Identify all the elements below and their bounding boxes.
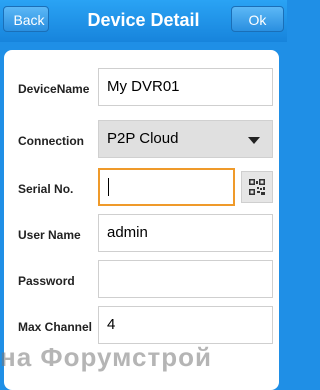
password-label: Password <box>18 274 75 288</box>
qr-code-icon <box>249 179 265 195</box>
password-field[interactable] <box>98 260 273 298</box>
watermark: на Форумстрой <box>0 342 212 372</box>
device-name-label: DeviceName <box>18 82 90 96</box>
ok-button[interactable]: Ok <box>231 6 284 32</box>
max-channel-label: Max Channel <box>18 320 93 334</box>
text-caret <box>108 178 109 197</box>
qr-scan-button[interactable] <box>241 171 273 203</box>
connection-value: P2P Cloud <box>107 130 179 147</box>
serial-no-field[interactable] <box>98 168 235 206</box>
title-bar: Back Device Detail Ok <box>0 0 287 42</box>
user-name-label: User Name <box>18 228 81 242</box>
serial-no-label: Serial No. <box>18 182 74 196</box>
user-name-field[interactable]: admin <box>98 214 273 252</box>
dropdown-arrow-icon <box>248 137 260 144</box>
connection-select[interactable]: P2P Cloud <box>98 120 273 158</box>
connection-label: Connection <box>18 134 84 148</box>
device-name-field[interactable]: My DVR01 <box>98 68 273 106</box>
